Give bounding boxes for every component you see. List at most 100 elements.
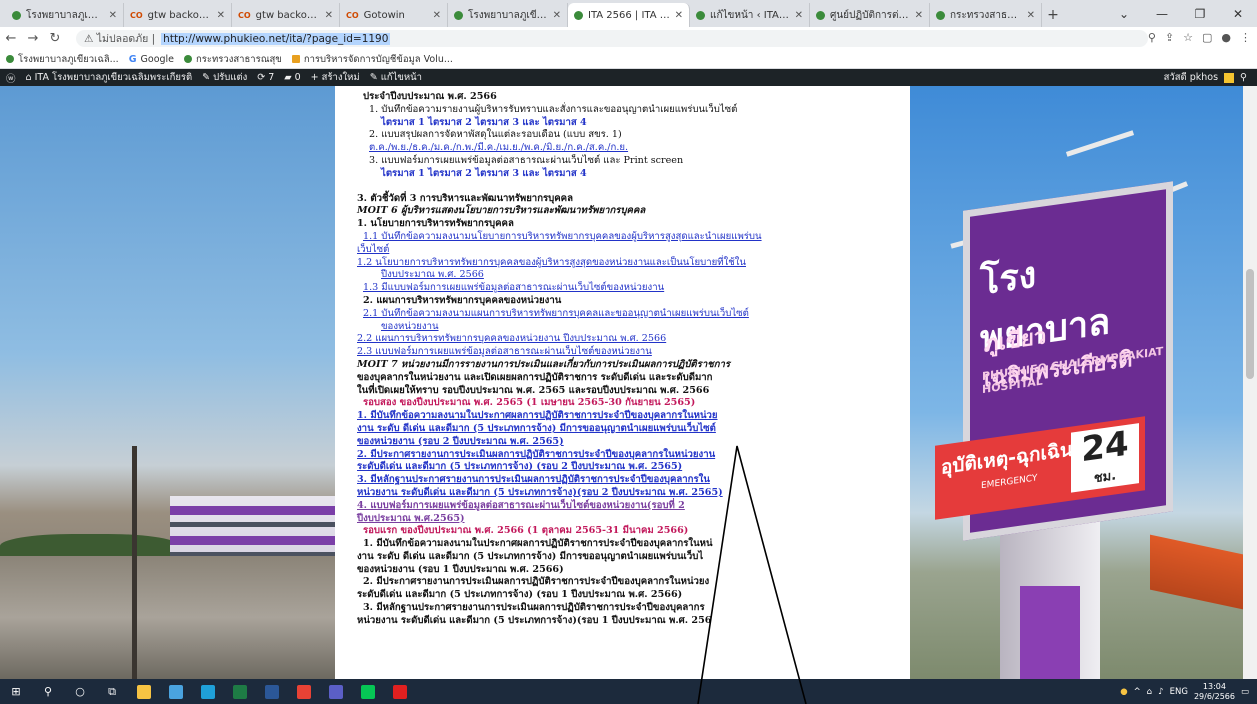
- tab-close-icon[interactable]: ✕: [675, 10, 683, 21]
- content-link[interactable]: 4. แบบฟอร์มการเผยแพร่ข้อมูลต่อสาธารณะผ่า…: [357, 500, 910, 513]
- network-icon[interactable]: ⌂: [1147, 687, 1152, 697]
- close-window-button[interactable]: ✕: [1219, 0, 1257, 27]
- content-link[interactable]: ต.ค./พ.ย./ธ.ค./ม.ค./ก.พ./มี.ค./เม.ย./พ.ค…: [357, 142, 910, 155]
- wp-comments[interactable]: ▰ 0: [284, 72, 300, 83]
- bookmark-item[interactable]: โรงพยาบาลภูเขียวเฉลิ...: [6, 52, 119, 67]
- omnibox[interactable]: ⚠ ไม่ปลอดภัย | http://www.phukieo.net/it…: [76, 30, 1148, 47]
- wp-customize[interactable]: ✎ ปรับแต่ง: [202, 70, 247, 85]
- clock[interactable]: 13:04 29/6/2566: [1194, 682, 1235, 702]
- bookmark-star-icon[interactable]: ☆: [1183, 31, 1193, 44]
- tab-search-icon[interactable]: ⌄: [1105, 0, 1143, 27]
- browser-tab[interactable]: โรงพยาบาลภูเขียวเฉลิมพ... ✕: [448, 3, 568, 27]
- content-link[interactable]: ไตรมาส 1 ไตรมาส 2 ไตรมาส 3 และ ไตรมาส 4: [357, 117, 910, 130]
- file-explorer-icon[interactable]: [128, 679, 160, 704]
- bookmark-item[interactable]: การบริหารจัดการบัญชีข้อมูล Volu...: [291, 52, 453, 67]
- notification-icon[interactable]: ▭: [1241, 687, 1249, 697]
- zoom-icon[interactable]: ⚲: [1148, 31, 1156, 44]
- volume-icon[interactable]: ♪: [1158, 687, 1163, 697]
- tab-close-icon[interactable]: ✕: [217, 10, 225, 21]
- back-button[interactable]: ←: [0, 31, 22, 46]
- windows-start-icon[interactable]: ⊞: [0, 679, 32, 704]
- tab-close-icon[interactable]: ✕: [553, 10, 561, 21]
- content-link[interactable]: 2.1 บันทึกข้อความลงนามแผนการบริหารทรัพยา…: [357, 308, 910, 321]
- content-link[interactable]: งาน ระดับ ดีเด่น และดีมาก (5 ประเภทการจ้…: [357, 423, 910, 436]
- chrome-icon[interactable]: [288, 679, 320, 704]
- tab-close-icon[interactable]: ✕: [433, 10, 441, 21]
- browser-tab[interactable]: CO gtw backoffice ✕: [124, 3, 232, 27]
- not-secure-icon[interactable]: ⚠ ไม่ปลอดภัย |: [84, 30, 155, 47]
- profile-avatar-icon[interactable]: ●: [1221, 31, 1231, 44]
- browser-tab[interactable]: กระทรวงสาธารณสุข ✕: [930, 3, 1042, 27]
- word-icon[interactable]: [256, 679, 288, 704]
- cortana-icon[interactable]: ○: [64, 679, 96, 704]
- content-link[interactable]: 1.1 บันทึกข้อความลงนามนโยบายการบริหารทรั…: [357, 231, 910, 244]
- acrobat-icon[interactable]: [384, 679, 416, 704]
- line-icon[interactable]: [352, 679, 384, 704]
- browser-tab[interactable]: ITA 2566 | ITA โรงพยาบ... ✕: [568, 3, 690, 27]
- site-icon: [6, 55, 14, 63]
- toolbar-actions: ⚲ ⇪ ☆ ▢ ● ⋮: [1148, 31, 1251, 44]
- content-text: 2. แบบสรุปผลการจัดหาพัสดุในแต่ละรอบเดือน…: [369, 129, 622, 141]
- clock-date: 29/6/2566: [1193, 691, 1235, 701]
- minimize-button[interactable]: —: [1143, 0, 1181, 27]
- paint-icon[interactable]: [160, 679, 192, 704]
- content-text: รอบสอง ของปีงบประมาณ พ.ศ. 2565 (1 เมษายน…: [363, 397, 696, 409]
- green-circle-icon: [454, 10, 463, 20]
- content-link[interactable]: 1.2 นโยบายการบริหารทรัพยากรบุคคลของผู้บร…: [357, 257, 910, 270]
- tab-close-icon[interactable]: ✕: [1027, 10, 1035, 21]
- content-link[interactable]: หน่วยงาน ระดับดีเด่น และดีมาก (5 ประเภทก…: [357, 487, 910, 500]
- content-link[interactable]: ของหน่วยงาน: [357, 321, 910, 334]
- task-view-icon[interactable]: ⧉: [96, 679, 128, 704]
- scrollbar-thumb[interactable]: [1246, 269, 1254, 379]
- content-link[interactable]: ปีงบประมาณ พ.ศ.2565): [357, 513, 910, 526]
- bookmark-item[interactable]: กระทรวงสาธารณสุข: [184, 52, 282, 67]
- tab-close-icon[interactable]: ✕: [109, 10, 117, 21]
- browser-tab[interactable]: แก้ไขหน้า ‹ ITA โรงพยาบ... ✕: [690, 3, 810, 27]
- content-link[interactable]: 1.3 มีแบบฟอร์มการเผยแพร่ข้อมูลต่อสาธารณะ…: [357, 282, 910, 295]
- wp-account[interactable]: สวัสดี pkhos: [1164, 70, 1218, 85]
- utility-pole: [132, 446, 137, 679]
- wp-updates[interactable]: ⟳ 7: [257, 72, 274, 83]
- content-text: ประจำปีงบประมาณ พ.ศ. 2566: [363, 91, 497, 102]
- content-link[interactable]: ระดับดีเด่น และดีมาก (5 ประเภทการจ้าง) (…: [357, 461, 910, 474]
- tab-close-icon[interactable]: ✕: [325, 10, 333, 21]
- excel-icon[interactable]: [224, 679, 256, 704]
- menu-icon[interactable]: ⋮: [1240, 31, 1251, 44]
- content-link[interactable]: ปีงบประมาณ พ.ศ. 2566: [357, 269, 910, 282]
- url-text[interactable]: http://www.phukieo.net/ita/?page_id=1190: [161, 32, 391, 45]
- page-scrollbar[interactable]: [1243, 86, 1257, 679]
- excel-icon-glyph: [233, 684, 247, 699]
- wordpress-logo-icon[interactable]: ⓦ: [6, 71, 16, 85]
- browser-tab[interactable]: CO gtw backoffice ✕: [232, 3, 340, 27]
- side-panel-icon[interactable]: ▢: [1202, 31, 1212, 44]
- wp-edit-page[interactable]: ✎ แก้ไขหน้า: [370, 70, 422, 85]
- share-icon[interactable]: ⇪: [1165, 31, 1174, 44]
- wp-search-icon[interactable]: ⚲: [1240, 72, 1247, 83]
- content-link[interactable]: ของหน่วยงาน (รอบ 2 ปีงบประมาณ พ.ศ. 2565): [357, 436, 910, 449]
- bookmark-item[interactable]: G Google: [129, 54, 174, 65]
- restore-button[interactable]: ❐: [1181, 0, 1219, 27]
- content-link[interactable]: 2.3 แบบฟอร์มการเผยแพร่ข้อมูลต่อสาธารณะผ่…: [357, 346, 910, 359]
- content-link[interactable]: เว็บไซต์: [357, 244, 910, 257]
- browser-tab[interactable]: โรงพยาบาลภูเขียวเฉลิมพ... ✕: [6, 3, 124, 27]
- content-link[interactable]: ไตรมาส 1 ไตรมาส 2 ไตรมาส 3 และ ไตรมาส 4: [357, 168, 910, 181]
- weather-icon[interactable]: ●: [1120, 687, 1127, 697]
- search-icon[interactable]: ⚲: [32, 679, 64, 704]
- wp-new[interactable]: + สร้างใหม่: [311, 70, 360, 85]
- forward-button[interactable]: →: [22, 31, 44, 46]
- tab-close-icon[interactable]: ✕: [795, 10, 803, 21]
- edge-icon[interactable]: [192, 679, 224, 704]
- content-link[interactable]: 3. มีหลักฐานประกาศรายงานการประเมินผลการป…: [357, 474, 910, 487]
- reload-button[interactable]: ↻: [44, 31, 66, 46]
- wp-site-name[interactable]: ⌂ ITA โรงพยาบาลภูเขียวเฉลิมพระเกียรติ: [26, 70, 193, 85]
- browser-tab[interactable]: ศูนย์ปฏิบัติการต่อต้านการ... ✕: [810, 3, 930, 27]
- teams-icon[interactable]: [320, 679, 352, 704]
- content-link[interactable]: 2. มีประกาศรายงานการประเมินผลการปฏิบัติร…: [357, 449, 910, 462]
- content-link[interactable]: 2.2 แผนการบริหารทรัพยากรบุคคลของหน่วยงาน…: [357, 333, 910, 346]
- language-indicator[interactable]: ENG: [1170, 687, 1188, 697]
- content-link[interactable]: 1. มีบันทึกข้อความลงนามในประกาศผลการปฏิบ…: [357, 410, 910, 423]
- new-tab-button[interactable]: +: [1042, 3, 1064, 27]
- tab-close-icon[interactable]: ✕: [915, 10, 923, 21]
- browser-tab[interactable]: CO Gotowin ✕: [340, 3, 448, 27]
- tray-chevron-icon[interactable]: ^: [1134, 687, 1141, 697]
